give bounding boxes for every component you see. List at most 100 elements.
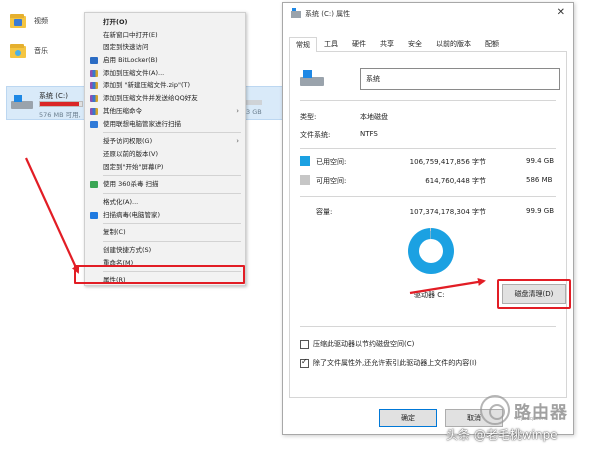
folder-label: 音乐 — [34, 47, 48, 55]
tab-bar: 常规 工具 硬件 共享 安全 以前的版本 配额 — [289, 36, 567, 53]
winrar-icon — [90, 107, 98, 115]
capacity-bytes: 107,374,178,304 字节 — [409, 208, 486, 216]
tab-1[interactable]: 工具 — [317, 36, 345, 52]
index-content-option[interactable]: 除了文件属性外,还允许索引此驱动器上文件的内容(I) — [300, 357, 477, 368]
drive-name: 系统 (C:) — [39, 92, 68, 100]
used-space-label: 已用空间: — [316, 158, 347, 166]
context-menu-item-label: 固定到快速访问 — [103, 43, 149, 52]
context-menu-item-label: 授予访问权限(G) — [103, 137, 153, 146]
context-menu-item[interactable]: 使用 360杀毒 扫描 — [85, 178, 245, 191]
general-tab-pane: 类型: 本地磁盘 文件系统: NTFS 已用空间: 106,759,417,85… — [289, 52, 571, 398]
context-menu-item-label: 打开(O) — [103, 18, 128, 26]
tab-0[interactable]: 常规 — [289, 37, 317, 53]
context-menu-item[interactable]: 启用 BitLocker(B) — [85, 54, 245, 67]
folder-music[interactable]: 音乐 — [10, 44, 48, 58]
context-menu-item[interactable]: 使用联想电脑管家进行扫描 — [85, 118, 245, 131]
lenovo-manager-icon — [90, 120, 98, 128]
context-menu-item-label: 扫描病毒(电脑管家) — [103, 210, 161, 219]
context-menu-item-label: 创建快捷方式(S) — [103, 246, 152, 254]
dialog-title: 系统 (C:) 属性 — [305, 10, 351, 18]
volume-name-input[interactable] — [360, 68, 560, 90]
ok-button[interactable]: 确定 — [379, 409, 437, 427]
drive-free-space: 576 MB 可用, — [39, 111, 81, 119]
context-menu-item[interactable]: 固定到"开始"屏幕(P) — [85, 161, 245, 174]
video-folder-icon — [10, 14, 26, 28]
capacity-label: 容量: — [316, 208, 333, 216]
index-content-checkbox[interactable] — [300, 357, 309, 368]
drive-usage-bar — [39, 101, 83, 107]
context-menu-item[interactable]: 添加到压缩文件并发送给QQ好友 — [85, 92, 245, 105]
highlight-box-properties — [74, 265, 245, 284]
used-space-swatch — [300, 156, 310, 166]
chevron-right-icon: › — [236, 137, 239, 146]
winrar-icon — [90, 82, 98, 90]
music-folder-icon — [10, 44, 26, 58]
context-menu-item[interactable]: 在新窗口中打开(E) — [85, 29, 245, 42]
bitlocker-shield-icon — [90, 57, 98, 65]
drive-letter-label: 驱动器 C: — [414, 291, 445, 299]
compress-drive-checkbox[interactable] — [300, 339, 309, 349]
used-space-bytes: 106,759,417,856 字节 — [409, 158, 486, 166]
properties-dialog: 系统 (C:) 属性 ✕ 常规工具硬件共享安全以前的版本配额 类型: 本地磁盘 … — [282, 2, 574, 435]
tab-3[interactable]: 共享 — [373, 36, 401, 52]
context-menu-item[interactable]: 授予访问权限(G) › — [85, 135, 245, 148]
menu-separator — [103, 241, 241, 242]
context-menu-item-label: 其他压缩命令 — [103, 106, 142, 115]
tab-2[interactable]: 硬件 — [345, 36, 373, 52]
filesystem-value: NTFS — [360, 130, 378, 138]
type-value: 本地磁盘 — [360, 113, 388, 121]
disk-usage-donut — [408, 228, 454, 274]
context-menu-item-label: 使用联想电脑管家进行扫描 — [103, 119, 181, 128]
free-space-swatch — [300, 175, 310, 185]
context-menu-item[interactable]: 添加到压缩文件(A)... — [85, 67, 245, 80]
context-menu-item[interactable]: 打开(O) — [85, 16, 245, 29]
context-menu-item-label: 格式化(A)... — [103, 197, 139, 206]
qq-manager-shield-icon — [90, 211, 98, 219]
context-menu-item-label: 在新窗口中打开(E) — [103, 30, 158, 39]
folder-label: 视频 — [34, 17, 48, 25]
drive-d-free-space: 3 GB — [246, 108, 262, 116]
chevron-right-icon: › — [236, 106, 239, 115]
type-label: 类型: — [300, 113, 317, 121]
tab-5[interactable]: 以前的版本 — [429, 36, 478, 52]
context-menu-item[interactable]: 扫描病毒(电脑管家) — [85, 209, 245, 222]
menu-separator — [103, 223, 241, 225]
close-icon[interactable]: ✕ — [557, 7, 565, 18]
free-space-size: 586 MB — [526, 176, 553, 184]
index-content-label: 除了文件属性外,还允许索引此驱动器上文件的内容(I) — [313, 359, 477, 367]
free-space-bytes: 614,760,448 字节 — [425, 177, 486, 185]
context-menu-item[interactable]: 固定到快速访问 — [85, 41, 245, 54]
context-menu-item[interactable]: 复制(C) — [85, 226, 245, 239]
tab-6[interactable]: 配额 — [478, 36, 506, 52]
context-menu-item[interactable]: 格式化(A)... — [85, 196, 245, 209]
compress-drive-option[interactable]: 压缩此驱动器以节约磁盘空间(C) — [300, 339, 414, 349]
context-menu-item-label: 启用 BitLocker(B) — [103, 56, 158, 65]
drive-icon — [291, 7, 301, 18]
tab-4[interactable]: 安全 — [401, 36, 429, 52]
arrow-to-properties — [24, 157, 80, 274]
drive-icon — [11, 95, 33, 111]
dialog-titlebar[interactable]: 系统 (C:) 属性 — [291, 7, 351, 19]
divider — [300, 100, 556, 101]
drive-icon — [300, 70, 324, 88]
watermark-brand-url: luyouqi.com — [516, 416, 547, 422]
menu-separator — [103, 132, 241, 134]
context-menu-item[interactable]: 创建快捷方式(S) — [85, 244, 245, 257]
context-menu-item[interactable]: 其他压缩命令 › — [85, 105, 245, 118]
context-menu-item-label: 还原以前的版本(V) — [103, 149, 159, 158]
folder-videos[interactable]: 视频 — [10, 14, 48, 28]
watermark-author: 头条 @老毛桃winpe — [446, 428, 558, 442]
filesystem-label: 文件系统: — [300, 131, 331, 139]
context-menu: 打开(O) 在新窗口中打开(E) 固定到快速访问 启用 BitLocker(B) 添加到… — [84, 12, 246, 286]
360-antivirus-icon — [90, 181, 98, 189]
compress-drive-label: 压缩此驱动器以节约磁盘空间(C) — [313, 340, 415, 348]
highlight-box-disk-cleanup — [497, 279, 571, 309]
context-menu-item-label: 添加到 "新建压缩文件.zip"(T) — [103, 81, 190, 90]
divider — [300, 326, 556, 327]
context-menu-item[interactable]: 添加到 "新建压缩文件.zip"(T) — [85, 79, 245, 92]
menu-separator — [103, 175, 241, 177]
context-menu-item-label: 添加到压缩文件并发送给QQ好友 — [103, 94, 198, 103]
winrar-icon — [90, 69, 98, 77]
context-menu-item[interactable]: 还原以前的版本(V) — [85, 148, 245, 161]
capacity-size: 99.9 GB — [526, 207, 555, 215]
